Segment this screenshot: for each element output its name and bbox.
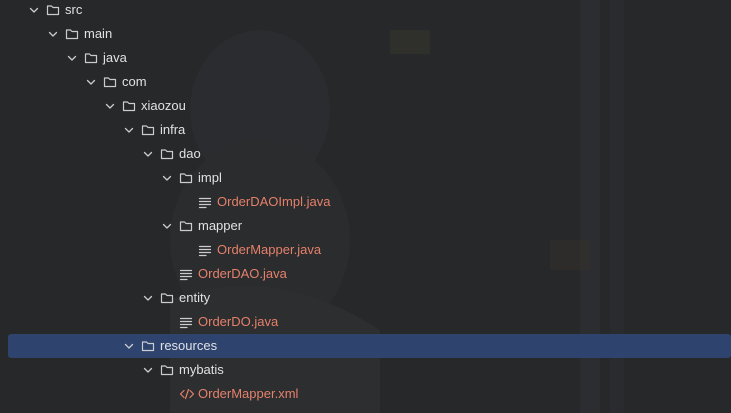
tree-item-label: mapper (198, 218, 243, 233)
tree-folder-src[interactable]: src (0, 0, 731, 22)
file-tree: src main java com xiaozou infra dao impl OrderDA… (0, 0, 731, 413)
tree-folder-mapper[interactable]: mapper (0, 214, 731, 238)
tree-folder-main[interactable]: main (0, 22, 731, 46)
tree-item-label: OrderMapper.java (217, 242, 322, 257)
tree-item-label: resources (160, 338, 218, 353)
chevron-down-icon[interactable] (85, 76, 97, 88)
chevron-down-icon[interactable] (142, 148, 154, 160)
tree-folder-entity[interactable]: entity (0, 286, 731, 310)
folder-icon (160, 291, 174, 305)
tree-item-label: OrderDAOImpl.java (217, 194, 331, 209)
tree-folder-impl[interactable]: impl (0, 166, 731, 190)
tree-folder-infra[interactable]: infra (0, 118, 731, 142)
chevron-down-icon[interactable] (123, 124, 135, 136)
chevron-down-icon[interactable] (142, 292, 154, 304)
tree-item-label: dao (179, 146, 201, 161)
folder-icon (46, 3, 60, 17)
chevron-down-icon[interactable] (66, 52, 78, 64)
tree-item-label: com (122, 74, 147, 89)
folder-icon (179, 171, 193, 185)
folder-icon (141, 123, 155, 137)
xml-file-icon (179, 387, 195, 401)
tree-item-label: entity (179, 290, 211, 305)
folder-icon (84, 51, 98, 65)
folder-icon (103, 75, 117, 89)
tree-item-label: java (103, 50, 127, 65)
project-tree-panel: src main java com xiaozou infra dao impl OrderDA… (0, 0, 731, 413)
tree-folder-java[interactable]: java (0, 46, 731, 70)
chevron-down-icon[interactable] (28, 4, 40, 16)
tree-item-label: impl (198, 170, 222, 185)
tree-item-label: main (84, 26, 113, 41)
chevron-down-icon[interactable] (104, 100, 116, 112)
tree-item-label: src (65, 2, 83, 17)
folder-icon (179, 219, 193, 233)
chevron-down-icon[interactable] (142, 364, 154, 376)
tree-file-ordermapper-xml[interactable]: OrderMapper.xml (0, 382, 731, 406)
text-file-icon (198, 243, 212, 257)
tree-file-ordermapper-java[interactable]: OrderMapper.java (0, 238, 731, 262)
folder-icon (160, 363, 174, 377)
tree-file-orderdo-java[interactable]: OrderDO.java (0, 310, 731, 334)
folder-icon (65, 27, 79, 41)
tree-folder-mybatis[interactable]: mybatis (0, 358, 731, 382)
tree-item-label: mybatis (179, 362, 224, 377)
folder-icon (160, 147, 174, 161)
text-file-icon (198, 195, 212, 209)
chevron-down-icon[interactable] (161, 220, 173, 232)
chevron-down-icon[interactable] (161, 172, 173, 184)
tree-folder-xiaozou[interactable]: xiaozou (0, 94, 731, 118)
tree-item-label: infra (160, 122, 186, 137)
chevron-down-icon[interactable] (47, 28, 59, 40)
tree-folder-com[interactable]: com (0, 70, 731, 94)
tree-file-orderdao-java[interactable]: OrderDAO.java (0, 262, 731, 286)
tree-file-orderdaoimpl-java[interactable]: OrderDAOImpl.java (0, 190, 731, 214)
tree-item-label: xiaozou (141, 98, 186, 113)
tree-item-label: OrderDO.java (198, 314, 279, 329)
tree-item-label: OrderDAO.java (198, 266, 287, 281)
text-file-icon (179, 315, 193, 329)
tree-folder-resources[interactable]: resources (8, 334, 731, 358)
tree-folder-dao[interactable]: dao (0, 142, 731, 166)
text-file-icon (179, 267, 193, 281)
folder-icon (122, 99, 136, 113)
folder-icon (141, 339, 155, 353)
chevron-down-icon[interactable] (123, 340, 135, 352)
tree-item-label: OrderMapper.xml (198, 386, 299, 401)
